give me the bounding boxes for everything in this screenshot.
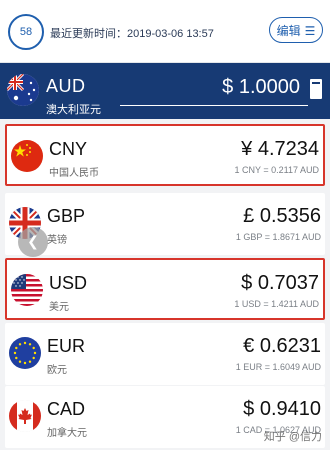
exchange-rate: 1 EUR = 1.6049 AUD xyxy=(235,362,321,372)
refresh-counter[interactable]: 58 xyxy=(8,14,44,50)
exchange-rate: 1 GBP = 1.8671 AUD xyxy=(235,232,321,242)
top-bar: 58 最近更新时间：2019-03-06 13:57 编辑 ☰ xyxy=(0,0,330,63)
amount-underline xyxy=(120,105,308,106)
last-update-label: 最近更新时间： xyxy=(50,28,127,40)
currency-code: GBP xyxy=(47,206,86,226)
currency-row-eur[interactable]: EUR 欧元 € 0.6231 1 EUR = 1.6049 AUD xyxy=(5,323,325,385)
currency-amount: $ 0.9410 xyxy=(243,398,321,420)
china-flag-icon xyxy=(11,140,43,172)
list-icon: ☰ xyxy=(304,24,316,38)
edit-button[interactable]: 编辑 ☰ xyxy=(269,17,323,43)
last-update-time: 2019-03-06 13:57 xyxy=(127,28,214,40)
currency-name: 欧元 xyxy=(47,365,67,376)
last-update: 最近更新时间：2019-03-06 13:57 xyxy=(50,25,214,41)
currency-name: 英镑 xyxy=(47,235,67,246)
currency-name: 加拿大元 xyxy=(47,428,87,439)
usa-flag-icon xyxy=(11,274,43,306)
watermark: 知乎 @信力 xyxy=(263,431,322,443)
edit-label: 编辑 xyxy=(276,24,301,38)
australia-flag-icon xyxy=(7,74,39,106)
currency-amount: $ 0.7037 xyxy=(241,272,319,294)
currency-name: 美元 xyxy=(49,302,69,313)
calculator-icon[interactable] xyxy=(310,79,322,99)
base-code: AUD xyxy=(46,76,86,96)
eu-flag-icon xyxy=(9,337,41,369)
chevron-left-icon[interactable]: ❮ xyxy=(18,227,48,257)
exchange-rate: 1 CNY = 0.2117 AUD xyxy=(234,165,319,175)
currency-row-cny[interactable]: CNY 中国人民币 ¥ 4.7234 1 CNY = 0.2117 AUD xyxy=(5,124,325,186)
currency-code: CAD xyxy=(47,399,86,419)
base-currency-row[interactable]: AUD 澳大利亚元 $ 1.0000 xyxy=(0,63,330,119)
base-amount[interactable]: $ 1.0000 xyxy=(222,76,300,99)
currency-name: 中国人民币 xyxy=(49,168,99,179)
canada-flag-icon xyxy=(9,400,41,432)
currency-row-usd[interactable]: USD 美元 $ 0.7037 1 USD = 1.4211 AUD xyxy=(5,258,325,320)
currency-code: USD xyxy=(49,273,88,293)
base-name: 澳大利亚元 xyxy=(46,104,101,116)
currency-row-gbp[interactable]: GBP 英镑 £ 0.5356 1 GBP = 1.8671 AUD xyxy=(5,193,325,255)
currency-code: EUR xyxy=(47,336,86,356)
currency-amount: £ 0.5356 xyxy=(243,205,321,227)
exchange-rate: 1 USD = 1.4211 AUD xyxy=(234,299,319,309)
currency-code: CNY xyxy=(49,139,88,159)
currency-amount: € 0.6231 xyxy=(243,335,321,357)
currency-amount: ¥ 4.7234 xyxy=(241,138,319,160)
